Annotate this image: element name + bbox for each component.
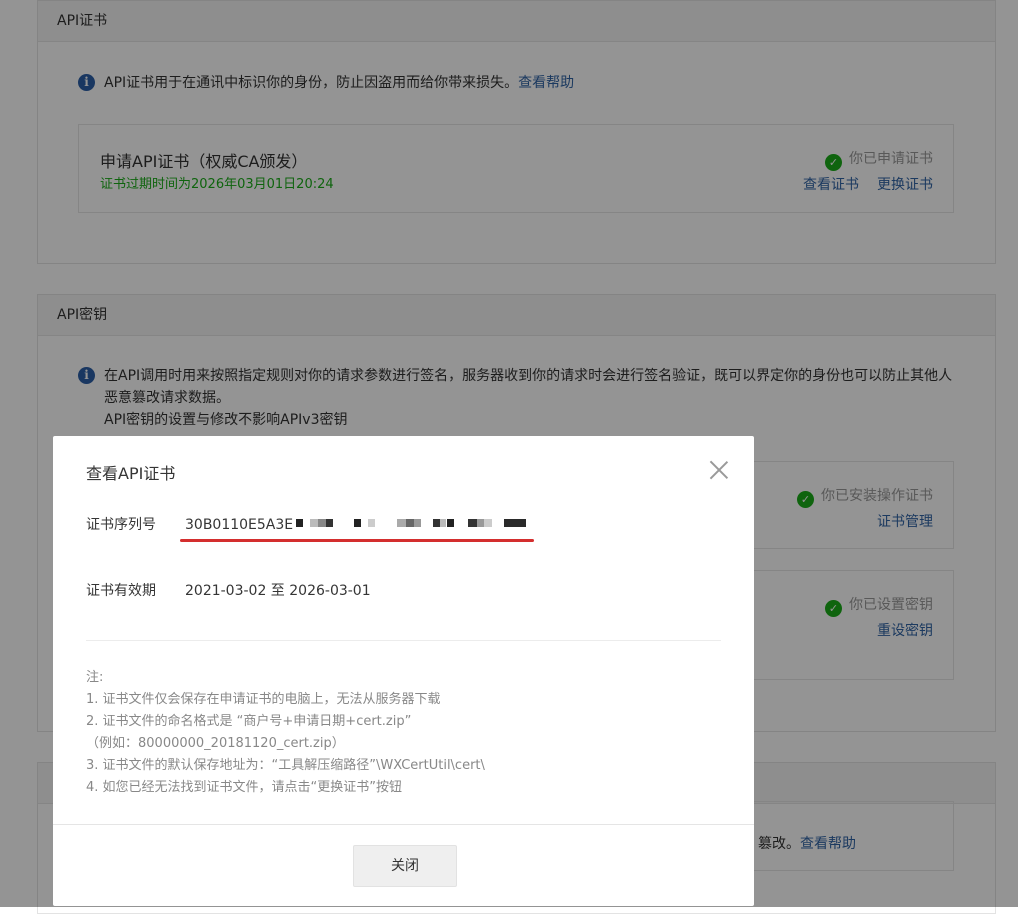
validity-row: 证书有效期 2021-03-02 至 2026-03-01 <box>86 580 371 600</box>
close-button[interactable]: 关闭 <box>353 845 457 887</box>
divider <box>86 640 721 641</box>
note-item: 1. 证书文件仅会保存在申请证书的电脑上，无法从服务器下载 <box>86 692 441 707</box>
close-icon[interactable] <box>709 460 729 480</box>
notes-heading: 注: <box>86 670 104 685</box>
note-item: 2. 证书文件的命名格式是 “商户号+申请日期+cert.zip” <box>86 714 412 729</box>
notes: 注: 1. 证书文件仅会保存在申请证书的电脑上，无法从服务器下载 2. 证书文件… <box>86 667 485 799</box>
dialog-footer: 关闭 <box>53 824 754 907</box>
red-underline-annotation <box>180 539 534 542</box>
serial-redacted-mosaic <box>296 519 536 527</box>
validity-value: 2021-03-02 至 2026-03-01 <box>185 583 371 599</box>
view-cert-dialog: 查看API证书 证书序列号 30B0110E5A3E 证书有效期 2021-03-0… <box>53 436 754 906</box>
serial-row: 证书序列号 30B0110E5A3E <box>86 514 293 534</box>
serial-number: 30B0110E5A3E <box>185 517 294 533</box>
note-item: 3. 证书文件的默认保存地址为：“工具解压缩路径”\WXCertUtil\cer… <box>86 758 485 773</box>
validity-label: 证书有效期 <box>86 583 156 599</box>
dialog-title: 查看API证书 <box>86 464 176 483</box>
serial-label: 证书序列号 <box>86 517 156 533</box>
note-item: 4. 如您已经无法找到证书文件，请点击“更换证书”按钮 <box>86 780 403 795</box>
note-item: （例如：80000000_20181120_cert.zip） <box>86 736 345 751</box>
